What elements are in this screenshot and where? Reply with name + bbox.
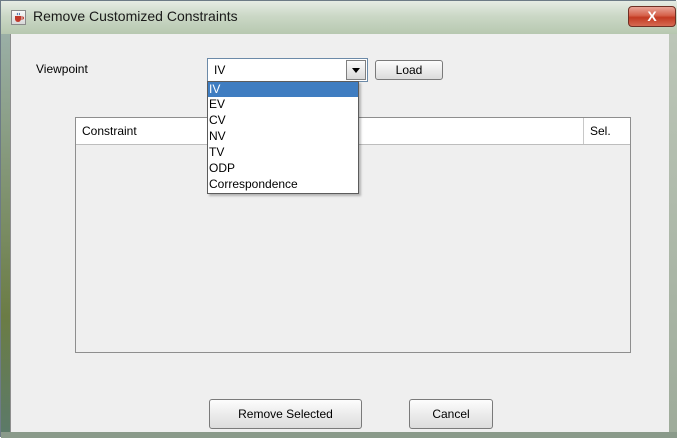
dropdown-option-correspondence[interactable]: Correspondence [208, 177, 358, 192]
dropdown-option-iv[interactable]: IV [208, 82, 358, 97]
remove-selected-button[interactable]: Remove Selected [209, 399, 362, 429]
dialog-window: Remove Customized Constraints X Viewpoin… [0, 0, 677, 438]
column-header-constraint[interactable]: Constraint [82, 118, 137, 144]
viewpoint-dropdown-list[interactable]: IV EV CV NV TV ODP Correspondence [207, 81, 359, 194]
java-cup-icon [11, 10, 26, 25]
window-border-left [1, 34, 10, 438]
window-border-bottom [1, 432, 677, 438]
title-bar[interactable]: Remove Customized Constraints X [1, 1, 677, 34]
cancel-button[interactable]: Cancel [409, 399, 493, 429]
window-border-right [669, 34, 677, 438]
dropdown-option-ev[interactable]: EV [208, 97, 358, 112]
viewpoint-combobox[interactable]: IV [207, 58, 368, 82]
close-button[interactable]: X [628, 6, 676, 27]
chevron-down-icon[interactable] [346, 60, 366, 80]
load-button[interactable]: Load [375, 60, 443, 80]
dropdown-option-nv[interactable]: NV [208, 129, 358, 144]
column-header-sel[interactable]: Sel. [590, 118, 611, 144]
dropdown-option-tv[interactable]: TV [208, 145, 358, 160]
viewpoint-label: Viewpoint [36, 62, 88, 76]
column-divider[interactable] [583, 118, 584, 144]
dropdown-option-odp[interactable]: ODP [208, 161, 358, 176]
dialog-content: Viewpoint IV Load Constraint Sel. Remove… [10, 34, 669, 432]
window-title: Remove Customized Constraints [33, 8, 238, 24]
viewpoint-selected-value: IV [214, 63, 226, 77]
dropdown-option-cv[interactable]: CV [208, 113, 358, 128]
